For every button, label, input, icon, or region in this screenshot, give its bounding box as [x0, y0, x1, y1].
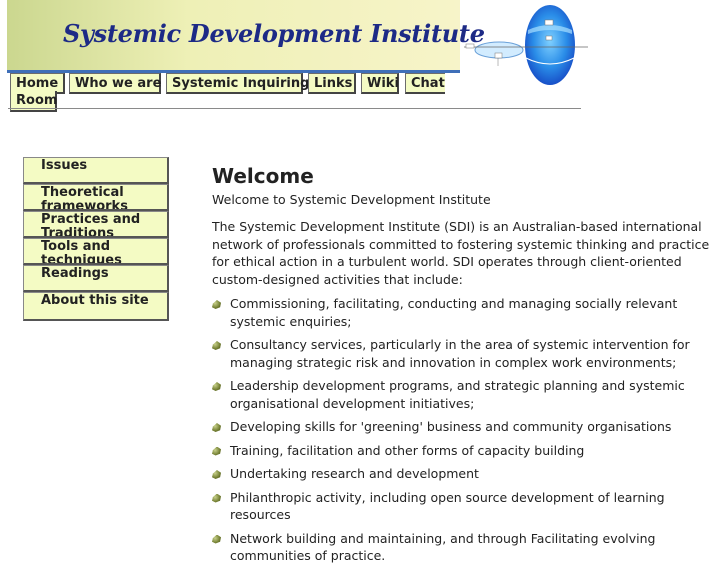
list-item-text: Consultancy services, particularly in th…: [230, 337, 690, 370]
sidebar-item-issues[interactable]: Issues: [23, 157, 169, 184]
intro-paragraph: The Systemic Development Institute (SDI)…: [212, 219, 710, 287]
sidebar-item-tools-techniques[interactable]: Tools and techniques: [23, 238, 169, 265]
list-item-text: Philanthropic activity, including open s…: [230, 489, 665, 523]
bullet-icon: [212, 423, 221, 432]
list-item-text: Training, facilitation and other forms o…: [230, 442, 585, 458]
tab-chat[interactable]: Chat: [405, 73, 445, 94]
list-item-text: Network building and maintaining, and th…: [230, 530, 656, 564]
tab-systemic-inquiring[interactable]: Systemic Inquiring: [166, 73, 309, 94]
bullet-icon: [212, 470, 221, 479]
sidebar-item-readings[interactable]: Readings: [23, 265, 169, 292]
page-title: Welcome: [212, 164, 314, 188]
list-item: Undertaking research and development: [212, 465, 724, 483]
list-item-text: Leadership development programs, and str…: [230, 378, 685, 411]
activities-list: Commissioning, facilitating, conducting …: [212, 295, 724, 565]
tab-who-we-are[interactable]: Who we are: [69, 73, 161, 94]
main-content: Welcome Welcome to Systemic Development …: [212, 163, 724, 571]
nav-divider: [8, 108, 581, 109]
page-subtitle: Welcome to Systemic Development Institut…: [212, 192, 491, 207]
list-item-text: Commissioning, facilitating, conducting …: [230, 296, 678, 329]
list-item: Training, facilitation and other forms o…: [212, 442, 724, 460]
bullet-icon: [212, 493, 221, 503]
list-item-text: Developing skills for 'greening' busines…: [230, 419, 672, 434]
bullet-icon: [212, 341, 221, 350]
bullet-icon: [212, 534, 221, 544]
sidebar-item-theoretical-frameworks[interactable]: Theoretical frameworks: [23, 184, 169, 211]
list-item: Commissioning, facilitating, conducting …: [212, 295, 724, 330]
bullet-icon: [212, 300, 221, 309]
tab-wiki[interactable]: Wiki: [361, 73, 399, 94]
bullet-icon: [212, 382, 221, 391]
list-item: Developing skills for 'greening' busines…: [212, 418, 724, 436]
site-banner: Systemic Development Institute: [7, 0, 485, 73]
bullet-icon: [212, 446, 221, 456]
sidebar-item-about[interactable]: About this site: [23, 292, 169, 321]
list-item: Philanthropic activity, including open s…: [212, 489, 724, 524]
sidebar-item-practices-traditions[interactable]: Practices and Traditions: [23, 211, 169, 238]
list-item-text: Undertaking research and development: [230, 466, 479, 481]
list-item: Leadership development programs, and str…: [212, 377, 724, 412]
systems-diagram-logo: [464, 5, 588, 85]
list-item: Consultancy services, particularly in th…: [212, 336, 724, 371]
site-title: Systemic Development Institute: [63, 19, 485, 48]
tab-links[interactable]: Links: [308, 73, 356, 94]
list-item: Network building and maintaining, and th…: [212, 530, 724, 565]
